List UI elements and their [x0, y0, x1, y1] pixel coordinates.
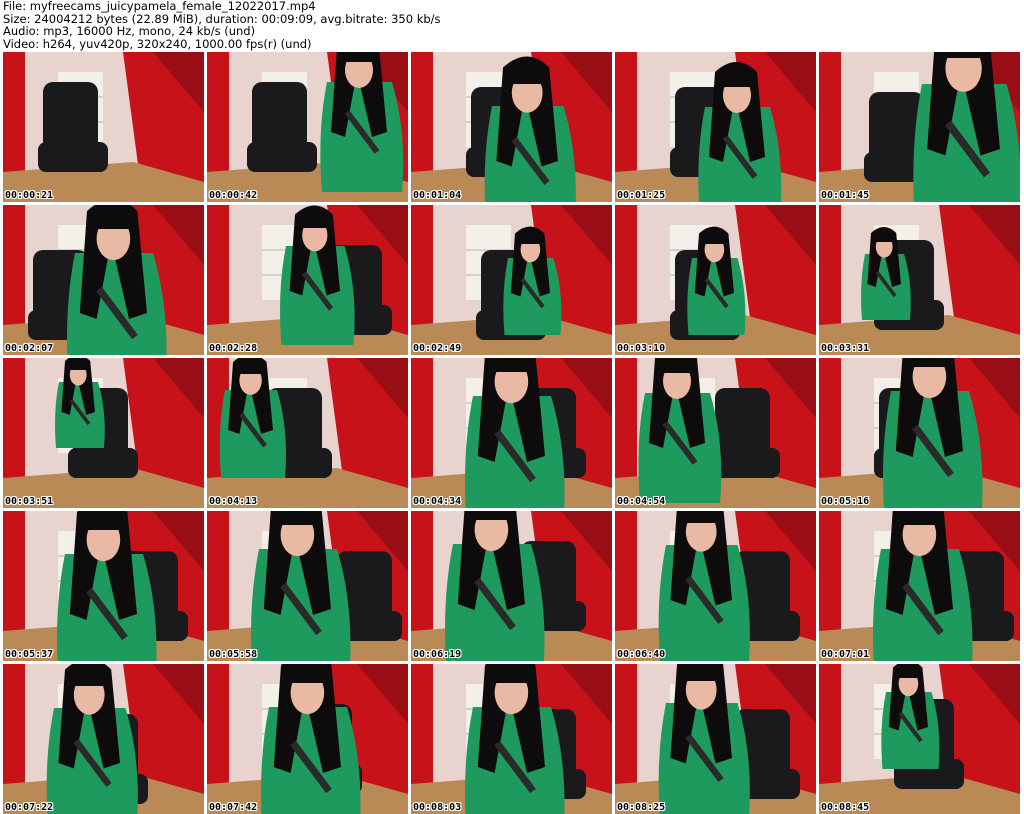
thumbnail-frame: 00:04:54	[615, 358, 816, 508]
frame-image	[819, 664, 1020, 814]
timestamp-label: 00:00:42	[209, 190, 258, 201]
thumbnail-frame: 00:06:40	[615, 511, 816, 661]
thumbnail-frame: 00:02:07	[3, 205, 204, 355]
frame-image	[615, 52, 816, 202]
frame-image	[207, 664, 408, 814]
timestamp-label: 00:05:37	[5, 649, 54, 660]
frame-image	[411, 511, 612, 661]
timestamp-label: 00:04:13	[209, 496, 258, 507]
thumbnail-frame: 00:01:25	[615, 52, 816, 202]
frame-image	[615, 358, 816, 508]
thumbnail-frame: 00:08:45	[819, 664, 1020, 814]
timestamp-label: 00:04:34	[413, 496, 462, 507]
timestamp-label: 00:08:03	[413, 802, 462, 813]
frame-image	[3, 511, 204, 661]
timestamp-label: 00:02:07	[5, 343, 54, 354]
timestamp-label: 00:07:42	[209, 802, 258, 813]
frame-image	[3, 664, 204, 814]
frame-image	[819, 52, 1020, 202]
file-name-line: File: myfreecams_juicypamela_female_1202…	[3, 0, 316, 13]
thumbnail-frame: 00:03:10	[615, 205, 816, 355]
thumbnail-frame: 00:04:34	[411, 358, 612, 508]
timestamp-label: 00:07:01	[821, 649, 870, 660]
frame-image	[411, 205, 612, 355]
frame-image	[411, 358, 612, 508]
timestamp-label: 00:06:19	[413, 649, 462, 660]
timestamp-label: 00:01:45	[821, 190, 870, 201]
frame-image	[207, 205, 408, 355]
frame-image	[615, 205, 816, 355]
timestamp-label: 00:03:51	[5, 496, 54, 507]
timestamp-label: 00:06:40	[617, 649, 666, 660]
audio-info-line: Audio: mp3, 16000 Hz, mono, 24 kb/s (und…	[3, 24, 256, 38]
timestamp-label: 00:08:45	[821, 802, 870, 813]
timestamp-label: 00:01:04	[413, 190, 462, 201]
thumbnail-frame: 00:07:01	[819, 511, 1020, 661]
file-info-header: File: myfreecams_juicypamela_female_1202…	[3, 0, 1021, 50]
frame-image	[819, 358, 1020, 508]
timestamp-label: 00:03:10	[617, 343, 666, 354]
frame-image	[207, 358, 408, 508]
thumbnail-frame: 00:05:58	[207, 511, 408, 661]
timestamp-label: 00:07:22	[5, 802, 54, 813]
thumbnail-frame: 00:07:42	[207, 664, 408, 814]
frame-image	[3, 52, 204, 202]
thumbnail-frame: 00:01:45	[819, 52, 1020, 202]
timestamp-label: 00:00:21	[5, 190, 54, 201]
thumbnail-frame: 00:05:37	[3, 511, 204, 661]
thumbnail-frame: 00:08:03	[411, 664, 612, 814]
frame-image	[615, 511, 816, 661]
frame-image	[615, 664, 816, 814]
frame-image	[411, 664, 612, 814]
timestamp-label: 00:02:28	[209, 343, 258, 354]
thumbnail-frame: 00:03:51	[3, 358, 204, 508]
timestamp-label: 00:05:58	[209, 649, 258, 660]
thumbnail-frame: 00:02:28	[207, 205, 408, 355]
timestamp-label: 00:08:25	[617, 802, 666, 813]
frame-image	[411, 52, 612, 202]
thumbnail-frame: 00:01:04	[411, 52, 612, 202]
timestamp-label: 00:05:16	[821, 496, 870, 507]
thumbnail-frame: 00:03:31	[819, 205, 1020, 355]
timestamp-label: 00:01:25	[617, 190, 666, 201]
frame-image	[3, 358, 204, 508]
thumbnail-grid: 00:00:21 00:00:42 00:01:04 00:01:25 00:01:45…	[3, 52, 1020, 814]
video-info-line: Video: h264, yuv420p, 320x240, 1000.00 f…	[3, 36, 312, 51]
frame-image	[207, 511, 408, 661]
frame-image	[819, 205, 1020, 355]
thumbnail-frame: 00:00:21	[3, 52, 204, 202]
thumbnail-frame: 00:08:25	[615, 664, 816, 814]
frame-image	[819, 511, 1020, 661]
frame-image	[3, 205, 204, 355]
frame-image	[207, 52, 408, 202]
thumbnail-frame: 00:00:42	[207, 52, 408, 202]
timestamp-label: 00:04:54	[617, 496, 666, 507]
thumbnail-frame: 00:05:16	[819, 358, 1020, 508]
timestamp-label: 00:03:31	[821, 343, 870, 354]
thumbnail-frame: 00:06:19	[411, 511, 612, 661]
thumbnail-frame: 00:04:13	[207, 358, 408, 508]
thumbnail-frame: 00:02:49	[411, 205, 612, 355]
timestamp-label: 00:02:49	[413, 343, 462, 354]
thumbnail-frame: 00:07:22	[3, 664, 204, 814]
